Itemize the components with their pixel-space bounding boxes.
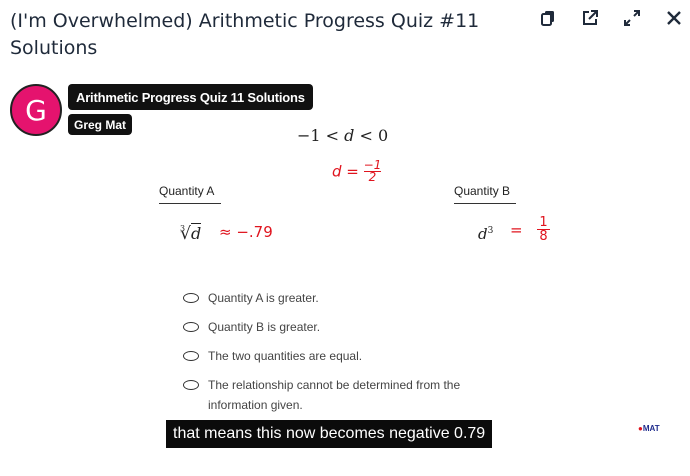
quantity-a-expression: 3√d [180, 223, 202, 244]
share-button[interactable] [580, 8, 600, 28]
answer-options: Quantity A is greater. Quantity B is gre… [183, 288, 503, 424]
option-b[interactable]: Quantity B is greater. [183, 317, 503, 337]
radio-button[interactable] [183, 322, 199, 332]
close-icon [667, 11, 681, 25]
quantity-a-var: d [190, 223, 202, 243]
copy-icon [541, 11, 554, 26]
quantity-b-base: d [478, 225, 488, 243]
annotation-d-value: d = −1 2 [332, 159, 382, 184]
option-d[interactable]: The relationship cannot be determined fr… [183, 375, 503, 415]
expand-icon [624, 10, 640, 26]
watermark-logo: ●MAT [638, 424, 660, 433]
option-label: Quantity A is greater. [208, 291, 319, 305]
annotation-d-lhs: d = [332, 162, 359, 181]
condition-var: d [344, 126, 355, 145]
annotation-d-den: 2 [368, 170, 377, 184]
quantity-b-annotation-num: 1 [537, 215, 550, 230]
page-title: (I'm Overwhelmed) Arithmetic Progress Qu… [10, 10, 480, 59]
option-c[interactable]: The two quantities are equal. [183, 346, 503, 366]
watermark-text: MAT [642, 424, 660, 433]
quantity-b-exponent: 3 [487, 226, 494, 236]
radio-button[interactable] [183, 293, 199, 303]
option-label: The relationship cannot be determined fr… [208, 378, 461, 412]
close-button[interactable] [664, 8, 684, 28]
condition-right: < 0 [354, 126, 389, 145]
radio-button[interactable] [183, 380, 199, 390]
fullscreen-button[interactable] [622, 8, 642, 28]
quantity-b-label: Quantity B [454, 184, 516, 204]
option-a[interactable]: Quantity A is greater. [183, 288, 503, 308]
external-link-icon [583, 10, 598, 25]
video-title[interactable]: Arithmetic Progress Quiz 11 Solutions [68, 84, 313, 110]
radio-button[interactable] [183, 351, 199, 361]
quantity-b-expression: d3 [478, 225, 493, 243]
video-caption: that means this now becomes negative 0.7… [166, 420, 493, 448]
quantity-a-annotation: ≈ −.79 [219, 223, 273, 241]
quantity-b-annotation: = 1 8 [510, 216, 550, 243]
video-toolbar [538, 8, 684, 28]
option-label: Quantity B is greater. [208, 320, 321, 334]
quantity-a-label: Quantity A [159, 184, 221, 204]
condition-inequality: −1 < d < 0 [297, 126, 388, 145]
copy-button[interactable] [538, 8, 558, 28]
quantity-b-annotation-den: 8 [539, 229, 548, 244]
option-label: The two quantities are equal. [208, 349, 363, 363]
condition-left: −1 < [297, 126, 345, 145]
quantity-b-annotation-eq: = [510, 220, 523, 239]
avatar[interactable]: G [10, 84, 62, 136]
author-name[interactable]: Greg Mat [68, 114, 133, 135]
